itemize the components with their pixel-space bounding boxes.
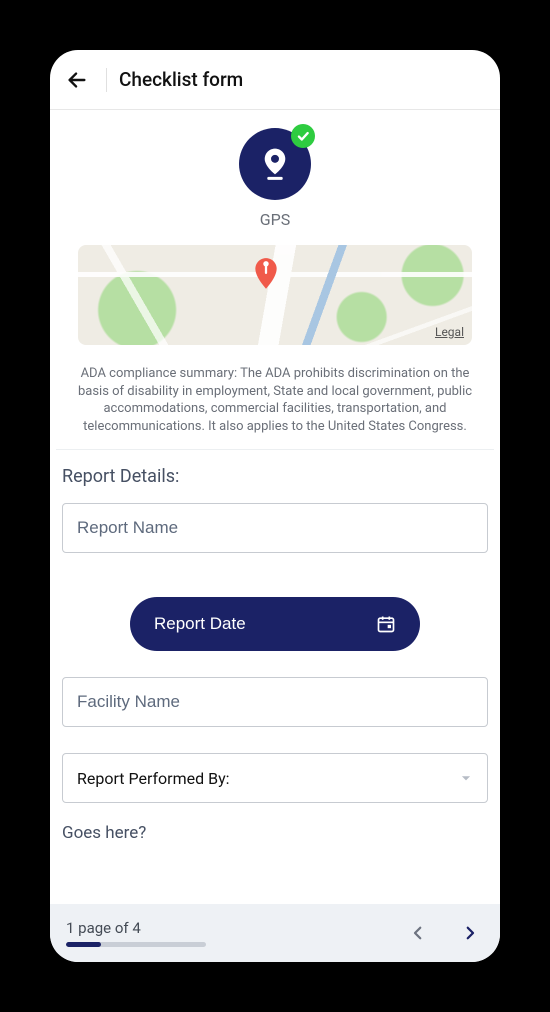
gps-button[interactable] — [239, 128, 311, 200]
summary-text: ADA compliance summary: The ADA prohibit… — [50, 355, 500, 449]
prev-page-button[interactable] — [404, 919, 432, 947]
performed-by-select[interactable]: Report Performed By: — [62, 753, 488, 803]
pager-nav — [404, 919, 484, 947]
gps-complete-badge — [291, 124, 315, 148]
progress-fill — [66, 942, 101, 947]
calendar-icon — [376, 614, 396, 634]
report-details-section: Report Details: Report Date Report Perfo… — [50, 460, 500, 803]
back-arrow-icon — [66, 69, 88, 91]
content-scroll[interactable]: GPS Legal ADA compliance summary: The AD… — [50, 110, 500, 904]
report-date-button[interactable]: Report Date — [130, 597, 420, 651]
facility-name-input[interactable] — [62, 677, 488, 727]
chevron-right-icon — [461, 921, 479, 945]
map-preview[interactable]: Legal — [78, 245, 472, 345]
app-screen: Checklist form GPS — [50, 50, 500, 962]
map-marker — [251, 259, 281, 289]
back-button[interactable] — [60, 63, 94, 97]
map-legal-link[interactable]: Legal — [435, 325, 464, 339]
chevron-left-icon — [409, 921, 427, 945]
report-name-input[interactable] — [62, 503, 488, 553]
pager-footer: 1 page of 4 — [50, 904, 500, 962]
app-header: Checklist form — [50, 50, 500, 110]
chevron-down-icon — [459, 771, 473, 785]
goes-here-label: Goes here? — [50, 823, 500, 853]
section-divider — [56, 449, 494, 450]
map-marker-icon — [252, 257, 280, 291]
header-divider — [106, 68, 107, 92]
pager-label: 1 page of 4 — [66, 919, 404, 937]
gps-block: GPS — [50, 110, 500, 239]
map-pin-icon — [259, 146, 291, 182]
progress-track — [66, 942, 206, 947]
next-page-button[interactable] — [456, 919, 484, 947]
report-date-label: Report Date — [154, 614, 246, 634]
gps-label: GPS — [260, 210, 291, 229]
performed-by-label: Report Performed By: — [77, 769, 230, 788]
pager-info: 1 page of 4 — [66, 919, 404, 947]
check-icon — [296, 129, 310, 143]
section-title: Report Details: — [62, 466, 488, 487]
page-title: Checklist form — [119, 68, 243, 91]
map-container: Legal — [50, 239, 500, 355]
